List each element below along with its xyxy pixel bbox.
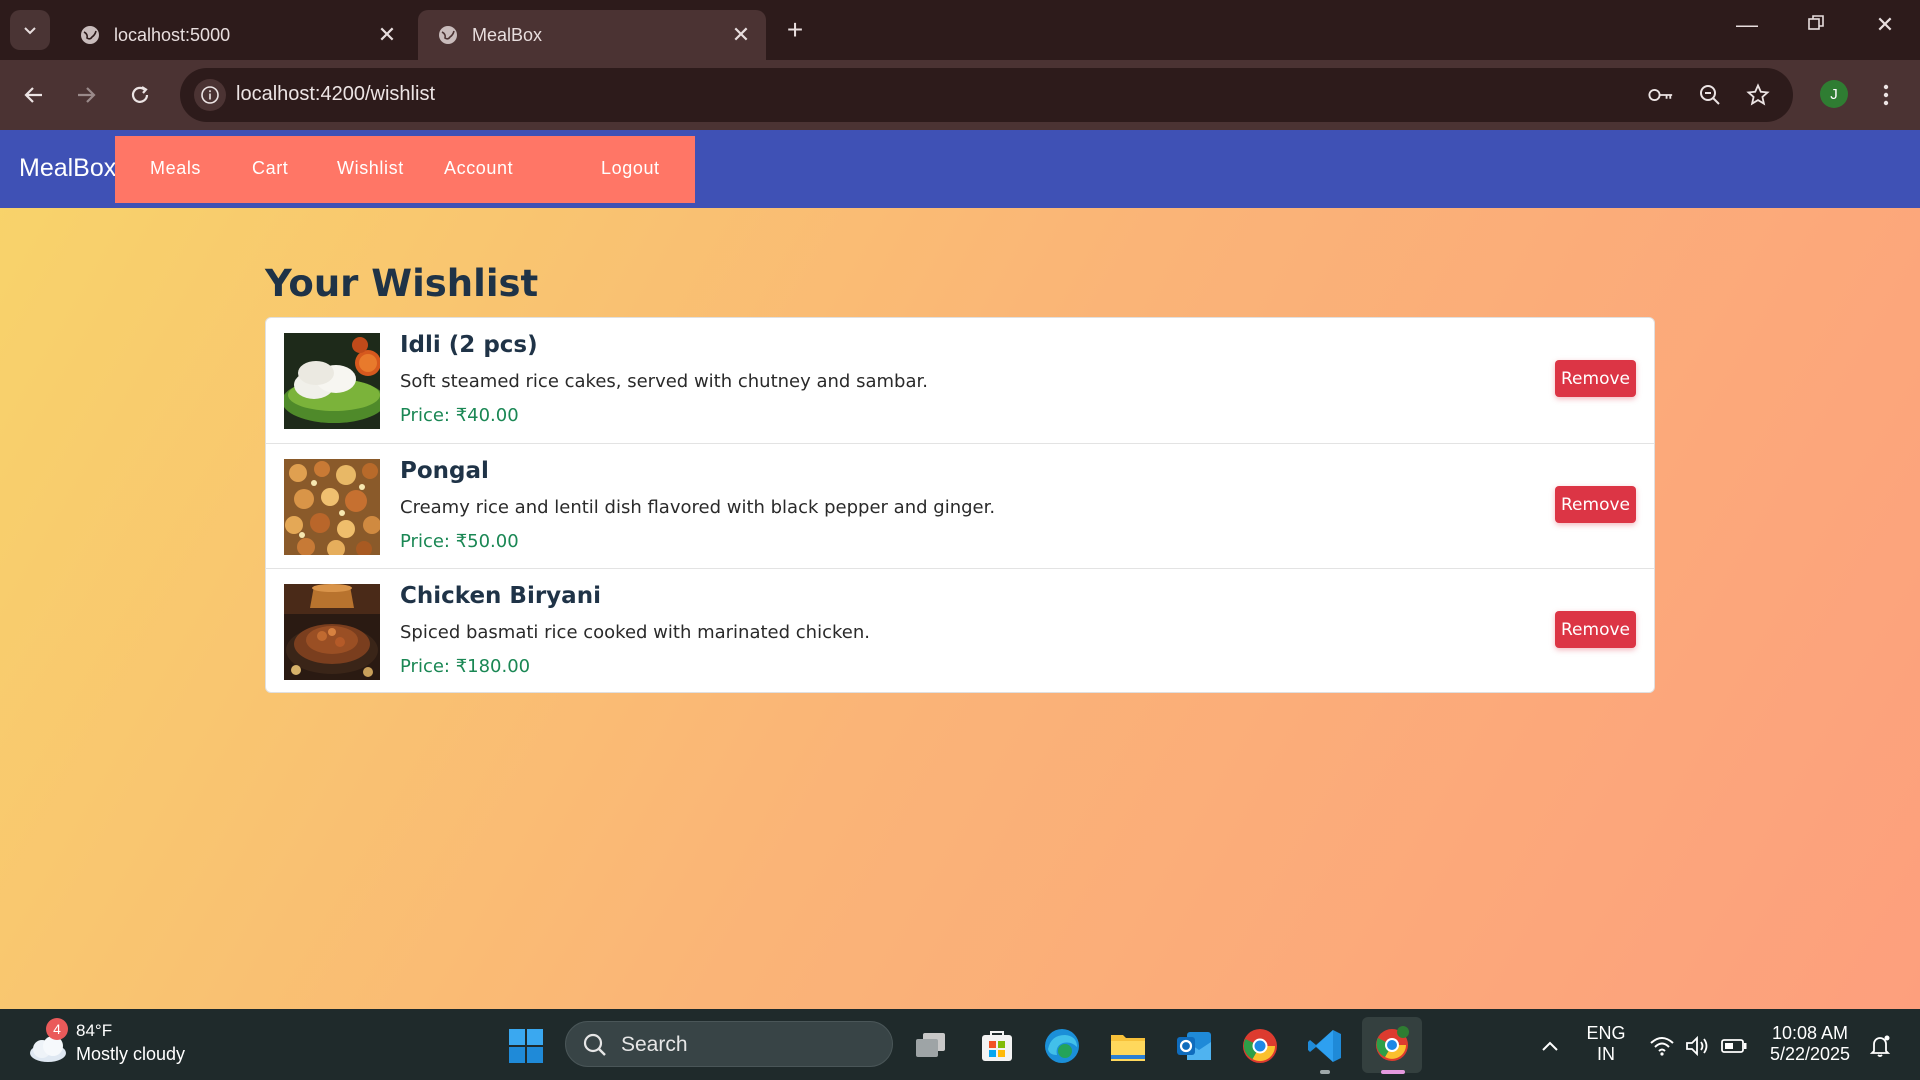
forward-button[interactable] [68,77,104,113]
tab-mealbox[interactable]: MealBox ✕ [418,10,766,60]
item-description: Spiced basmati rice cooked with marinate… [400,622,870,643]
profile-avatar[interactable]: J [1820,80,1848,108]
restore-icon[interactable] [1796,12,1836,38]
item-name: Idli (2 pcs) [400,332,538,358]
chrome-profile-app-icon[interactable] [1362,1017,1422,1073]
clock-date: 5/22/2025 [1769,1044,1851,1064]
nav-logout[interactable]: Logout [601,158,660,179]
language-indicator[interactable]: ENG IN [1576,1023,1636,1065]
remove-button[interactable]: Remove [1555,611,1636,648]
taskbar-search[interactable]: Search [565,1021,893,1067]
clock[interactable]: 10:08 AM 5/22/2025 [1762,1023,1858,1065]
browser-tab-bar: localhost:5000 ✕ MealBox ✕ + — ✕ [0,0,1920,60]
food-image [284,459,380,555]
clock-time: 10:08 AM [1771,1023,1849,1043]
item-price: Price: ₹50.00 [400,531,519,552]
globe-icon [439,26,457,44]
browser-toolbar: localhost:4200/wishlist J [0,60,1920,130]
list-item: Pongal Creamy rice and lentil dish flavo… [266,443,1654,569]
nav-account[interactable]: Account [444,158,513,179]
globe-icon [81,26,99,44]
arrow-left-icon [24,87,42,103]
tab-search-button[interactable] [10,10,50,50]
edge-icon[interactable] [1040,1024,1084,1068]
page-viewport: MealBox Meals Cart Wishlist Account Logo… [0,130,1920,1009]
tab-title: localhost:5000 [114,24,231,45]
item-description: Creamy rice and lentil dish flavored wit… [400,497,996,518]
battery-icon[interactable] [1712,1024,1756,1068]
item-description: Soft steamed rice cakes, served with chu… [400,371,928,392]
lang-line1: ENG [1586,1023,1626,1043]
weather-temperature: 84°F [76,1021,113,1040]
store-icon[interactable] [975,1024,1019,1068]
bookmark-star-icon[interactable] [1745,82,1771,108]
page-title: Your Wishlist [265,262,539,305]
wishlist-card: Idli (2 pcs) Soft steamed rice cakes, se… [265,317,1655,693]
nav-wishlist[interactable]: Wishlist [337,158,404,179]
url-text[interactable]: localhost:4200/wishlist [236,83,435,106]
list-item: Idli (2 pcs) Soft steamed rice cakes, se… [266,318,1654,443]
file-explorer-icon[interactable] [1106,1024,1150,1068]
chevron-down-icon [24,27,36,35]
site-info-icon[interactable] [194,79,226,111]
tab-title: MealBox [472,24,543,45]
food-image [284,584,380,680]
vscode-icon[interactable] [1303,1024,1347,1068]
item-name: Pongal [400,458,489,484]
search-label: Search [621,1033,688,1056]
windows-taskbar: 4 84°F Mostly cloudy Search ENG IN 10:08… [0,1009,1920,1080]
nav-cart[interactable]: Cart [252,158,288,179]
reload-icon [131,86,149,103]
item-price: Price: ₹180.00 [400,656,531,677]
close-window-icon[interactable]: ✕ [1865,12,1905,38]
back-button[interactable] [16,77,52,113]
reload-button[interactable] [122,77,158,113]
remove-button[interactable]: Remove [1555,360,1636,397]
chevron-up-icon[interactable] [1528,1024,1572,1068]
running-indicator [1320,1070,1330,1074]
list-item: Chicken Biryani Spiced basmati rice cook… [266,568,1654,694]
food-image [284,333,380,429]
search-icon [583,1033,606,1056]
arrow-right-icon [78,87,96,103]
weather-description: Mostly cloudy [76,1044,186,1064]
new-tab-button[interactable]: + [780,14,810,46]
brand-logo[interactable]: MealBox [19,154,116,183]
chrome-icon[interactable] [1238,1024,1282,1068]
nav-meals[interactable]: Meals [150,158,201,179]
active-indicator [1381,1070,1405,1074]
tab-localhost-5000[interactable]: localhost:5000 ✕ [60,10,412,60]
remove-button[interactable]: Remove [1555,486,1636,523]
item-price: Price: ₹40.00 [400,405,519,426]
windows-start-icon[interactable] [504,1024,548,1068]
notifications-bell-icon[interactable] [1858,1024,1902,1068]
outlook-icon[interactable] [1172,1024,1216,1068]
app-navbar: MealBox Meals Cart Wishlist Account Logo… [0,130,1920,208]
task-view-icon[interactable] [909,1024,953,1068]
lang-line2: IN [1597,1044,1615,1064]
weather-alert-badge: 4 [46,1018,68,1040]
nav-menu: Meals Cart Wishlist Account Logout [115,136,695,203]
menu-kebab-icon[interactable] [1874,78,1898,112]
key-icon[interactable] [1648,82,1674,108]
close-tab-icon[interactable]: ✕ [730,22,752,48]
zoom-icon[interactable] [1697,82,1723,108]
address-bar[interactable]: localhost:4200/wishlist [180,68,1793,122]
close-tab-icon[interactable]: ✕ [376,22,398,48]
item-name: Chicken Biryani [400,583,601,609]
minimize-icon[interactable]: — [1727,12,1767,38]
